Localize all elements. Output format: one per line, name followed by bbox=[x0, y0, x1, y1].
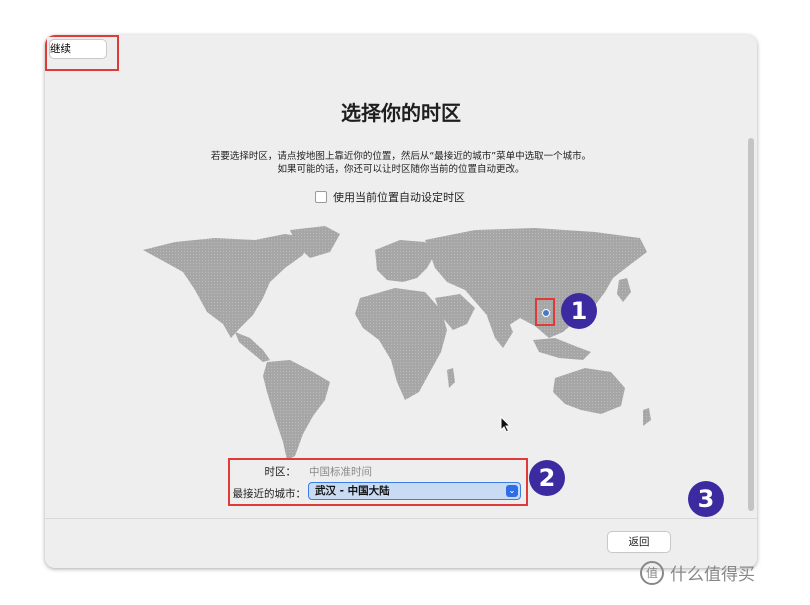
north-america bbox=[143, 234, 310, 338]
closest-city-select[interactable]: 武汉 - 中国大陆 ⌄ bbox=[308, 482, 521, 500]
continue-button[interactable]: 继续 bbox=[49, 39, 107, 59]
timezone-label: 时区： bbox=[264, 466, 297, 478]
africa bbox=[355, 288, 447, 400]
setup-window: 选择你的时区 若要选择时区，请点按地图上靠近你的位置，然后从“最接近的城市”菜单… bbox=[45, 35, 757, 568]
europe bbox=[375, 240, 435, 282]
auto-timezone-label: 使用当前位置自动设定时区 bbox=[333, 191, 465, 204]
australia bbox=[553, 368, 625, 414]
closest-city-value: 武汉 - 中国大陆 bbox=[315, 485, 390, 497]
annotation-badge-3: 3 bbox=[688, 481, 724, 517]
south-america bbox=[263, 360, 330, 460]
chevron-down-icon: ⌄ bbox=[506, 485, 518, 497]
mouse-cursor-icon bbox=[500, 416, 512, 433]
continue-button-highlight: 继续 bbox=[45, 35, 119, 71]
madagascar bbox=[447, 368, 455, 388]
watermark: 值 什么值得买 bbox=[640, 560, 755, 585]
southeast-asia bbox=[533, 338, 591, 360]
auto-timezone-option[interactable]: 使用当前位置自动设定时区 bbox=[315, 189, 465, 205]
closest-city-label: 最接近的城市： bbox=[232, 488, 307, 500]
footer-divider bbox=[45, 518, 757, 519]
back-button[interactable]: 返回 bbox=[607, 531, 671, 553]
watermark-logo-icon: 值 bbox=[640, 560, 664, 585]
auto-timezone-checkbox[interactable] bbox=[315, 191, 327, 203]
description: 若要选择时区，请点按地图上靠近你的位置，然后从“最接近的城市”菜单中选取一个城市… bbox=[45, 150, 757, 176]
description-line-1: 若要选择时区，请点按地图上靠近你的位置，然后从“最接近的城市”菜单中选取一个城市… bbox=[210, 151, 592, 162]
timezone-value: 中国标准时间 bbox=[309, 466, 372, 478]
central-america bbox=[235, 332, 270, 362]
location-pin-icon bbox=[542, 309, 550, 317]
description-line-2: 如果可能的话，你还可以让时区随你当前的位置自动更改。 bbox=[277, 164, 525, 175]
timezone-settings-group: 时区： 中国标准时间 最接近的城市： 武汉 - 中国大陆 ⌄ bbox=[228, 458, 528, 506]
page-title: 选择你的时区 bbox=[341, 101, 461, 125]
annotation-badge-1: 1 bbox=[561, 293, 597, 329]
selected-location-marker[interactable] bbox=[535, 298, 555, 326]
new-zealand bbox=[643, 408, 651, 426]
annotation-badge-2: 2 bbox=[529, 460, 565, 496]
watermark-text: 什么值得买 bbox=[670, 565, 755, 585]
scrollbar[interactable] bbox=[748, 138, 754, 511]
world-map[interactable] bbox=[135, 220, 665, 465]
japan bbox=[617, 278, 631, 302]
